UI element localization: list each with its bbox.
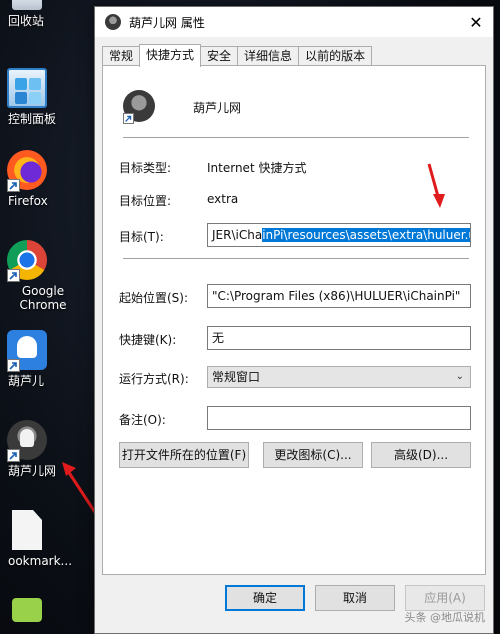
run-select-value: 常规窗口 [212,370,261,384]
tab-shortcut[interactable]: 快捷方式 [139,44,202,67]
app-icon [12,598,42,622]
close-button[interactable]: ✕ [459,7,493,37]
document-icon [12,510,42,550]
desktop-icon-recycle-bin[interactable]: 回收站 [0,0,62,28]
tab-strip: 常规 快捷方式 安全 详细信息 以前的版本 [102,44,373,67]
hotkey-field[interactable]: 无 [207,326,471,350]
open-file-location-button[interactable]: 打开文件所在的位置(F) [119,442,249,468]
firefox-icon [7,150,47,192]
shortcut-arrow-icon [7,269,20,282]
shortcut-arrow-icon [7,359,20,372]
annotation-arrow-icon [427,163,445,208]
target-type-label: 目标类型: [119,161,172,175]
target-text-selected: inPi\resources\assets\extra\huluer.url" [262,228,470,242]
divider [123,258,469,259]
desktop-icon-firefox[interactable]: Firefox [0,150,62,208]
desktop-icon-chrome[interactable]: Google Chrome [0,240,67,312]
target-location-value: extra [207,192,239,206]
huluer-app-icon [7,330,47,372]
desktop-icon-label: 回收站 [8,14,45,28]
shortcut-arrow-icon [7,449,20,462]
shortcut-icon [123,90,155,124]
target-field[interactable]: JER\iChainPi\resources\assets\extra\hulu… [207,223,471,247]
run-select[interactable]: 常规窗口 ⌄ [207,366,471,388]
tab-security[interactable]: 安全 [200,46,239,66]
comment-field[interactable] [207,406,471,430]
change-icon-button[interactable]: 更改图标(C)... [263,442,363,468]
control-panel-icon [7,68,47,108]
desktop-icon-control-panel[interactable]: 控制面板 [0,68,62,126]
desktop-icon-label: Firefox [8,194,48,208]
chevron-down-icon: ⌄ [455,371,464,382]
target-type-value: Internet 快捷方式 [207,161,307,175]
desktop-icon-partial[interactable] [0,598,62,626]
target-label: 目标(T): [119,230,164,244]
divider [123,137,469,138]
cancel-button[interactable]: 取消 [315,585,395,611]
desktop-icon-label: ookmark... [8,554,73,568]
desktop-icon-label: 控制面板 [8,112,57,126]
shortcut-arrow-icon [7,179,20,192]
start-in-label: 起始位置(S): [119,291,189,305]
title-bar[interactable]: 葫芦儿网 属性 ✕ [95,7,493,37]
shortcut-tab-panel: 葫芦儿网 目标类型: Internet 快捷方式 目标位置: extra 目标(… [102,65,486,575]
advanced-button[interactable]: 高级(D)... [371,442,471,468]
shortcut-arrow-icon [123,113,134,124]
desktop-icon-huluer-web[interactable]: 葫芦儿网 [0,420,62,478]
recycle-bin-icon [12,0,42,10]
desktop-icon-huluer[interactable]: 葫芦儿 [0,330,62,388]
chrome-icon [7,240,47,282]
huluer-web-shortcut-icon [7,420,47,462]
hotkey-label: 快捷键(K): [119,333,177,347]
window-title: 葫芦儿网 属性 [129,15,205,30]
tab-general[interactable]: 常规 [102,46,141,66]
ok-button[interactable]: 确定 [225,585,305,611]
target-text: JER\iCha [212,228,263,242]
apply-button[interactable]: 应用(A) [405,585,485,611]
desktop-icon-label: Google Chrome [19,284,67,312]
comment-label: 备注(O): [119,413,166,427]
target-location-label: 目标位置: [119,194,172,208]
run-label: 运行方式(R): [119,372,189,386]
desktop-icon-label: 葫芦儿网 [8,464,57,478]
desktop-icon-bookmark[interactable]: ookmark... [0,510,72,568]
properties-dialog: 葫芦儿网 属性 ✕ 常规 快捷方式 安全 详细信息 以前的版本 葫芦儿网 目标类… [94,6,494,634]
tab-details[interactable]: 详细信息 [237,46,300,66]
watermark: 头条 @地瓜说机 [404,611,486,624]
app-title-icon [105,14,121,30]
start-in-field[interactable]: "C:\Program Files (x86)\HULUER\iChainPi" [207,284,471,308]
tab-previous-versions[interactable]: 以前的版本 [298,46,373,66]
shortcut-name: 葫芦儿网 [193,101,242,115]
desktop-icon-label: 葫芦儿 [8,374,45,388]
